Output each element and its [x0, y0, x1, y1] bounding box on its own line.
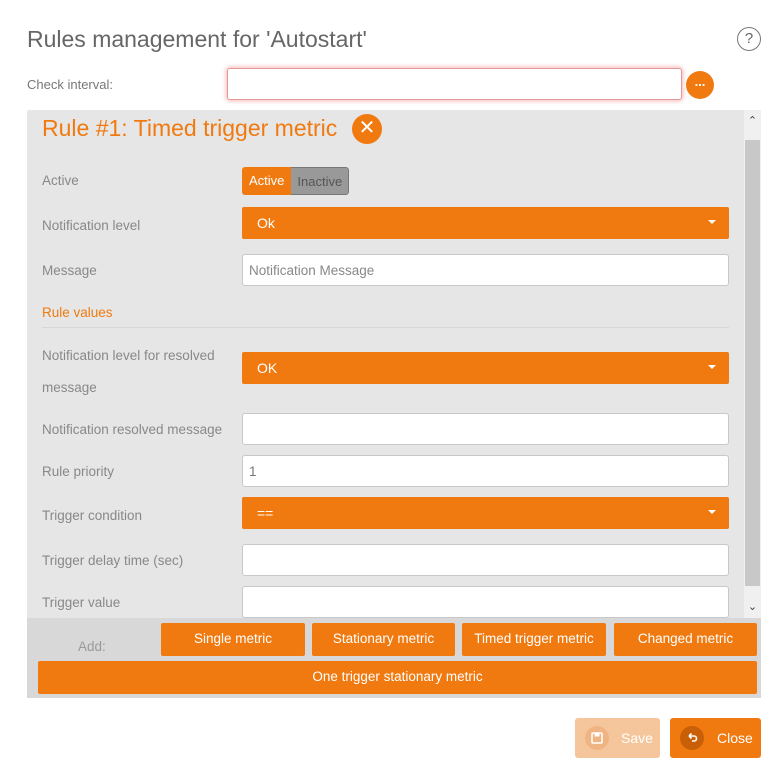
chevron-down-icon — [708, 365, 716, 369]
active-toggle: Active Inactive — [242, 167, 350, 195]
resolved-level-label: Notification level for resolved message — [42, 348, 215, 395]
close-button[interactable]: Close — [670, 718, 761, 758]
rule-values-section-title: Rule values — [42, 305, 113, 320]
notification-level-value: Ok — [257, 215, 275, 231]
add-stationary-metric-button[interactable]: Stationary metric — [312, 623, 455, 656]
rule-priority-label: Rule priority — [42, 464, 115, 479]
chevron-down-icon — [708, 220, 716, 224]
trigger-condition-label: Trigger condition — [42, 508, 143, 523]
save-label: Save — [621, 730, 653, 746]
close-label: Close — [717, 730, 753, 746]
rule-scroll-area: Rule #1: Timed trigger metric ✕ Active A… — [27, 110, 744, 618]
chevron-down-icon — [708, 510, 716, 514]
resolved-message-input[interactable] — [242, 413, 729, 445]
undo-arrow-icon — [680, 726, 704, 750]
trigger-condition-value: == — [257, 505, 274, 521]
resolved-message-label: Notification resolved message — [42, 422, 223, 437]
vertical-scrollbar[interactable]: ⌃ ⌄ — [744, 110, 761, 618]
save-button[interactable]: Save — [575, 718, 660, 758]
rule-title: Rule #1: Timed trigger metric — [42, 115, 338, 141]
chevron-down-icon[interactable]: ⌄ — [744, 596, 761, 618]
rule-priority-input[interactable] — [242, 455, 729, 487]
resolved-level-value: OK — [257, 360, 278, 376]
remove-rule-icon[interactable]: ✕ — [352, 114, 382, 144]
active-label: Active — [42, 173, 79, 188]
floppy-disk-icon — [585, 726, 609, 750]
dialog-title: Rules management for 'Autostart' — [27, 26, 367, 52]
trigger-condition-select[interactable]: == — [242, 497, 729, 529]
add-changed-metric-button[interactable]: Changed metric — [614, 623, 757, 656]
add-timed-trigger-metric-button[interactable]: Timed trigger metric — [462, 623, 606, 656]
chevron-up-icon[interactable]: ⌃ — [744, 110, 761, 132]
message-label: Message — [42, 263, 97, 278]
message-input[interactable] — [242, 254, 729, 286]
notification-level-select[interactable]: Ok — [242, 207, 729, 239]
check-interval-input[interactable] — [227, 68, 682, 100]
check-interval-picker-button[interactable]: ... — [686, 71, 714, 99]
add-label: Add: — [78, 639, 106, 654]
help-icon[interactable]: ? — [737, 27, 761, 51]
add-rule-bar: Add: Single metric Stationary metric Tim… — [27, 618, 761, 698]
rules-panel: Rule #1: Timed trigger metric ✕ Active A… — [27, 110, 761, 698]
resolved-level-select[interactable]: OK — [242, 352, 729, 384]
notification-level-label: Notification level — [42, 218, 141, 233]
trigger-delay-label: Trigger delay time (sec) — [42, 553, 184, 568]
trigger-value-label: Trigger value — [42, 595, 121, 610]
trigger-delay-input[interactable] — [242, 544, 729, 576]
section-divider — [42, 327, 729, 328]
scrollbar-thumb[interactable] — [745, 140, 760, 586]
add-one-trigger-stationary-metric-button[interactable]: One trigger stationary metric — [38, 661, 757, 694]
add-single-metric-button[interactable]: Single metric — [161, 623, 305, 656]
trigger-value-input[interactable] — [242, 586, 729, 618]
check-interval-label: Check interval: — [27, 77, 113, 92]
toggle-inactive-option[interactable]: Inactive — [291, 167, 350, 195]
toggle-active-option[interactable]: Active — [242, 167, 292, 195]
